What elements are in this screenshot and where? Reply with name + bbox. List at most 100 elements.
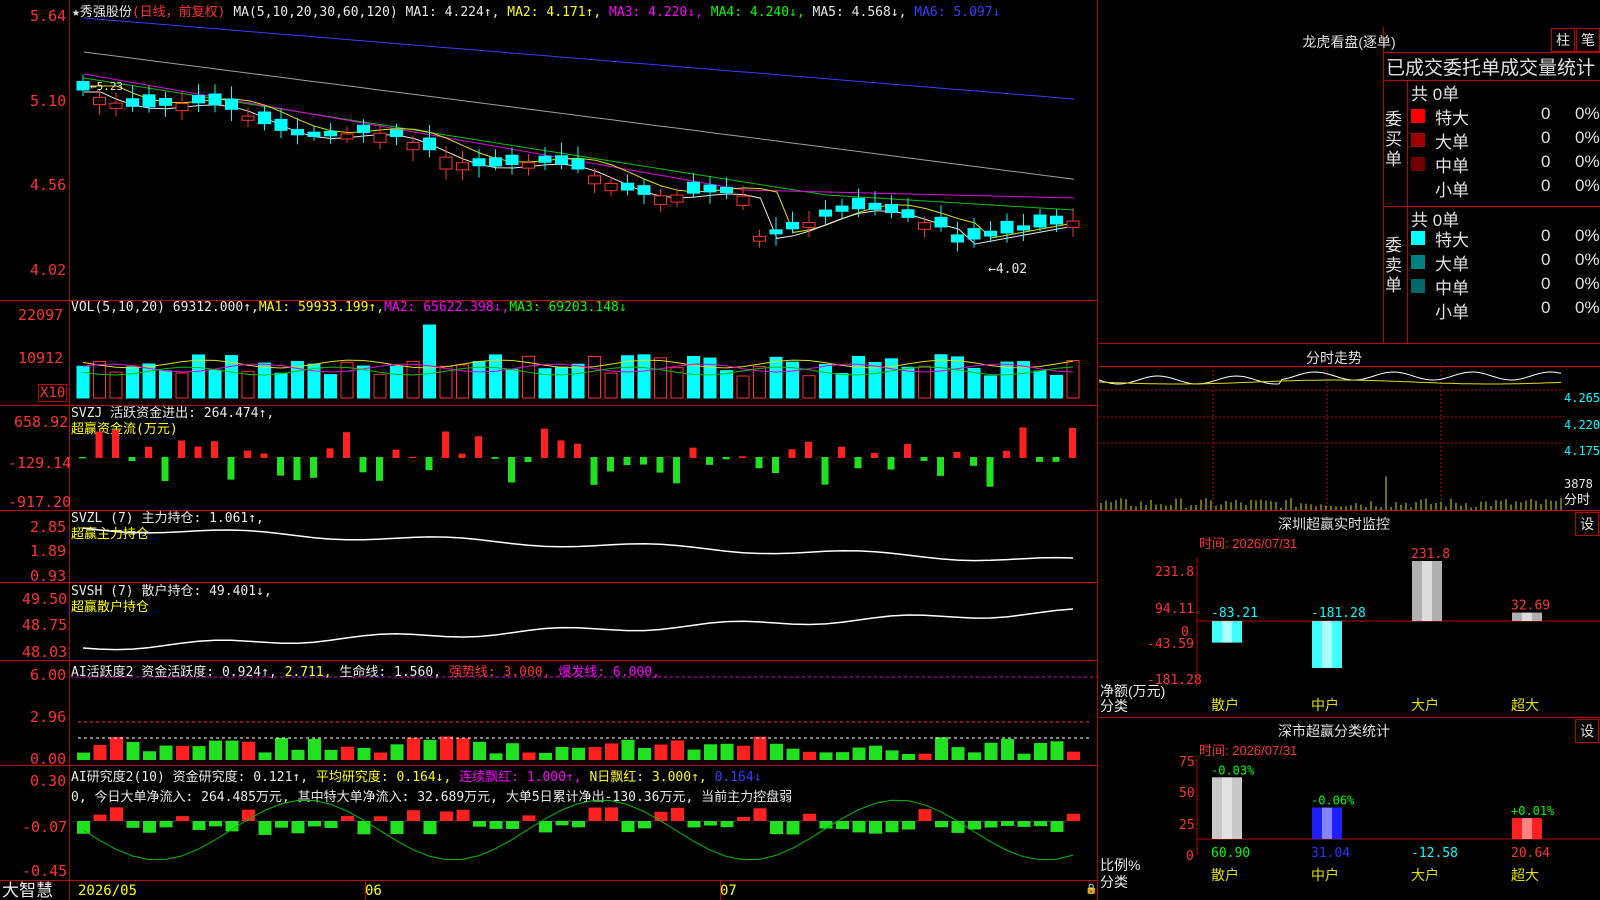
research-bar	[308, 821, 321, 827]
candle	[357, 124, 370, 134]
volume-bar	[489, 354, 502, 399]
fund-flow-bar	[376, 457, 383, 481]
bar-highlight	[1422, 561, 1432, 622]
volume-bar	[126, 366, 139, 399]
fund-flow-bar	[607, 457, 614, 472]
fenshi-price-line	[1099, 371, 1562, 385]
candle	[720, 186, 733, 194]
fund-flow-bar	[145, 446, 152, 458]
activity-bar	[1050, 741, 1064, 760]
candle	[472, 158, 486, 167]
fund-flow-bar	[211, 441, 218, 458]
research-bar	[621, 821, 635, 833]
sell-side-label: 委卖单	[1385, 236, 1402, 295]
activity-bar	[506, 743, 519, 760]
buy-row-pct: 0%	[1575, 104, 1600, 123]
fund-flow-bar	[1003, 450, 1010, 458]
fund-flow-bar	[574, 443, 581, 458]
activity-bar	[77, 752, 90, 760]
fund-flow-bar	[392, 449, 400, 458]
kline-chart[interactable]	[0, 0, 1098, 900]
activity-bar	[489, 753, 503, 760]
volume-bar	[76, 365, 90, 399]
fund-flow-bar	[227, 457, 235, 480]
volume-bar	[390, 365, 403, 399]
bar-value-label: 31.04	[1311, 846, 1350, 861]
activity-bar	[308, 738, 321, 760]
candle	[456, 162, 469, 171]
fund-flow-bar	[739, 456, 746, 458]
fund-flow-bar	[508, 457, 515, 483]
fund-flow-bar	[277, 457, 284, 476]
candle	[1066, 220, 1080, 228]
activity-bar	[687, 749, 701, 760]
activity-bar	[704, 744, 717, 760]
fund-flow-bar	[706, 457, 713, 465]
candle	[192, 95, 205, 104]
activity-bar	[770, 743, 783, 760]
volume-bar	[241, 370, 255, 399]
candle	[1017, 225, 1030, 231]
activity-bar	[192, 746, 206, 760]
fund-flow-bar	[95, 431, 103, 458]
fund-flow-bar	[788, 449, 796, 458]
volume-bar	[720, 370, 733, 399]
classify-bar-chart[interactable]: -0.03% 60.90 散户 -0.06% 31.04 中户 -12.58 大户 +0.01%…	[1099, 717, 1600, 900]
research-bar	[984, 821, 998, 828]
main-chart-area[interactable]: 5.64 5.10 4.56 4.02 22097 10912 X10 658.…	[0, 0, 1098, 900]
activity-bar	[588, 747, 602, 760]
candle	[291, 129, 304, 136]
volume-bar	[604, 372, 618, 399]
category-label: 中户	[1311, 697, 1339, 714]
fund-flow-bar	[194, 446, 202, 458]
activity-bar	[159, 745, 173, 760]
fund-flow-bar	[838, 446, 845, 458]
activity-bar	[1001, 738, 1014, 760]
activity-bar	[374, 752, 387, 760]
candle	[885, 204, 898, 214]
fenshi-chart[interactable]	[1099, 366, 1600, 511]
candle	[489, 157, 502, 167]
activity-bar	[852, 747, 866, 760]
fund-flow-bar	[821, 457, 829, 485]
monitor-bar-chart[interactable]: -83.21 散户 -181.28 中户 231.8 大户 32.69 超大	[1099, 510, 1600, 718]
bar-value-label: 60.90	[1211, 846, 1250, 861]
candle	[76, 81, 90, 91]
volume-bar	[934, 354, 948, 399]
bar-value-label: -181.28	[1311, 606, 1366, 621]
candle	[126, 98, 139, 107]
activity-bar	[324, 749, 338, 760]
fund-flow-bar	[161, 457, 169, 482]
candle	[687, 181, 700, 194]
buy-swatch	[1411, 157, 1425, 171]
bar-value-label: 20.64	[1511, 846, 1550, 861]
activity-bar	[291, 749, 305, 760]
category-label: 大户	[1411, 697, 1439, 714]
research-bar	[506, 821, 519, 829]
fund-flow-bar	[970, 457, 977, 466]
sell-row-pct: 0%	[1575, 298, 1600, 317]
volume-bar	[637, 354, 651, 399]
research-bar	[951, 821, 965, 833]
candle	[373, 132, 387, 143]
column-mode-button[interactable]: 柱	[1551, 28, 1575, 52]
research-bar	[423, 821, 437, 835]
category-label: 散户	[1211, 697, 1239, 714]
activity-bar	[902, 753, 915, 760]
research-bar	[836, 821, 849, 830]
fund-flow-bar	[673, 457, 680, 484]
tick-mode-button[interactable]: 笔	[1576, 28, 1600, 52]
bar-change-label: +0.01%	[1511, 804, 1555, 818]
ma-line	[83, 77, 1075, 211]
main-holding-line	[82, 527, 1074, 562]
research-bar	[291, 821, 305, 834]
activity-bar	[473, 741, 486, 760]
buy-side-label: 委买单	[1385, 110, 1402, 169]
candle	[390, 129, 403, 137]
activity-bar	[1034, 743, 1047, 760]
volume-bar	[555, 366, 568, 399]
volume-bar	[769, 356, 783, 399]
candle	[555, 155, 568, 165]
fund-flow-bar	[293, 457, 301, 481]
sell-row-count: 0	[1541, 298, 1551, 317]
